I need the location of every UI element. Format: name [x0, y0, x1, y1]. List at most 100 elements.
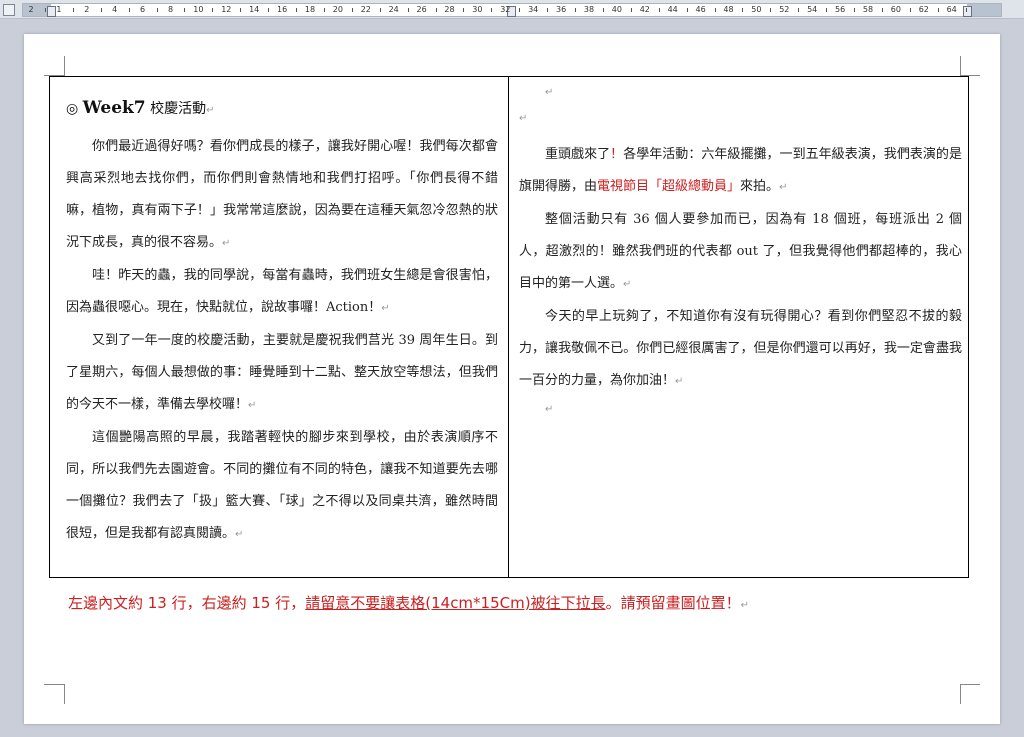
ruler-label: 52 [779, 5, 790, 14]
ruler-tick [435, 8, 437, 12]
ruler-label: 32 [500, 5, 511, 14]
ruler-tick [44, 8, 46, 12]
paragraph-mark-icon: ↵ [740, 600, 749, 611]
ruler-label: 38 [583, 5, 595, 14]
ruler-label: 10 [193, 5, 204, 14]
left-cell[interactable]: ◎ Week7 校慶活動↵ 你們最近過得好嗎？看你們成長的樣子，讓我好開心喔！我… [50, 77, 509, 577]
paragraph-mark-icon: ↵ [675, 376, 684, 387]
ruler-tick [798, 8, 800, 12]
paragraph-text: 重頭戲來了 [545, 147, 611, 162]
ruler-label: 1 [56, 5, 62, 14]
paragraph-mark-icon: ↵ [235, 529, 244, 540]
note-text-underlined: 請留意不要讓表格(14cm*15Cm)被往下拉長 [305, 594, 606, 612]
ruler-tick [937, 8, 939, 12]
paragraph[interactable]: 整個活動只有 36 個人要參加而已，因為有 18 個班，每班派出 2 個人，超激… [519, 204, 962, 301]
ruler-label: 16 [277, 5, 288, 14]
ruler-track[interactable]: 2 1 2 4 6 8 10 12 14 16 18 20 22 24 26 28 30 32 34 36 38 40 42… [22, 3, 1002, 17]
ruler-label: 18 [304, 5, 316, 14]
crop-mark [960, 56, 961, 76]
ruler-tick [854, 8, 856, 12]
paragraph-text-red: ！ [610, 147, 624, 162]
paragraph[interactable]: 這個艷陽高照的早晨，我踏著輕快的腳步來到學校，由於表演順序不同，所以我們先去園遊… [66, 422, 498, 551]
paragraph-mark-icon: ↵ [248, 400, 257, 411]
note-text: 。請預留畫圖位置！ [605, 594, 741, 612]
ruler-tick [100, 8, 102, 12]
ruler-tick [658, 8, 660, 12]
ruler-tick [268, 8, 270, 12]
ruler-label: 58 [862, 5, 874, 14]
paragraph[interactable]: 今天的早上玩夠了，不知道你有沒有玩得開心？看到你們堅忍不拔的毅力，讓我敬佩不已。… [519, 301, 962, 398]
paragraph-text: ，超激烈的！雖然我們班的代表都 out 了，但我覺得他們都超棒的，我心目中的第一… [519, 244, 962, 291]
ruler-label: 56 [835, 5, 846, 14]
heading-symbol: ◎ [66, 101, 79, 117]
ruler-label: 46 [695, 5, 706, 14]
ruler-label: 2 [28, 5, 34, 14]
right-cell[interactable]: ↵ ↵ 重頭戲來了！各學年活動：六年級擺攤，一到五年級表演，我們表演的是旗開得勝… [509, 77, 968, 577]
crop-mark [960, 684, 961, 704]
ruler-tick [491, 8, 493, 12]
ruler-label: 2 [84, 5, 90, 14]
ruler-tick [630, 8, 632, 12]
paragraph-mark-icon: ↵ [623, 279, 632, 290]
ruler-tick [686, 8, 688, 12]
paragraph-text: 這個艷陽高照的早晨，我踏著輕快的腳步來到學校，由於表演順序不同，所以我們先去園遊… [66, 430, 498, 541]
ruler-label: 6 [140, 5, 146, 14]
content-table[interactable]: ◎ Week7 校慶活動↵ 你們最近過得好嗎？看你們成長的樣子，讓我好開心喔！我… [49, 76, 969, 578]
tab-selector-icon[interactable] [3, 4, 15, 16]
ruler-tick [742, 8, 744, 12]
ruler-tick [296, 8, 298, 12]
ruler-label: 26 [416, 5, 427, 14]
ruler-tick [965, 8, 967, 12]
ruler-label: 20 [332, 5, 343, 14]
paragraph-text: 各學年活動 [623, 147, 689, 162]
ruler-label: 12 [221, 5, 232, 14]
ruler-tick [602, 8, 604, 12]
paragraph-mark-icon: ↵ [779, 182, 788, 193]
paragraph[interactable]: 哇！昨天的蟲，我的同學說，每當有蟲時，我們班女生總是會很害怕，因為蟲很噁心。現在… [66, 260, 498, 325]
ruler-tick [351, 8, 353, 12]
horizontal-ruler[interactable]: 2 1 2 4 6 8 10 12 14 16 18 20 22 24 26 28 30 32 34 36 38 40 42… [0, 0, 1024, 19]
ruler-label: 34 [528, 5, 539, 14]
ruler-tick [463, 8, 465, 12]
right-indent-marker[interactable] [963, 6, 972, 17]
ruler-tick [407, 8, 409, 12]
paragraph-text: 哇！昨天的蟲，我的同學說，每當有蟲時，我們班女生總是會很害怕，因為蟲很噁心。現在… [66, 268, 498, 315]
ruler-tick [826, 8, 828, 12]
paragraph-mark-icon: ↵ [545, 404, 554, 415]
ruler-tick [547, 8, 549, 12]
ruler-right-margin [967, 4, 1001, 16]
ruler-label: 54 [807, 5, 818, 14]
paragraph-text: 來拍。 [740, 179, 780, 194]
ruler-label: 60 [890, 5, 901, 14]
ruler-label: 64 [946, 5, 957, 14]
paragraph-mark-icon: ↵ [206, 105, 215, 116]
ruler-label: 4 [112, 5, 118, 14]
ruler-label: 50 [751, 5, 762, 14]
paragraph[interactable]: 又到了一年一度的校慶活動，主要就是慶祝我們莒光 39 周年生日。到了星期六，每個… [66, 325, 498, 422]
ruler-label: 62 [918, 5, 929, 14]
ruler-tick [575, 8, 577, 12]
ruler-tick [379, 8, 381, 12]
ruler-label: 24 [388, 5, 399, 14]
paragraph-text: 又到了一年一度的校慶活動，主要就是慶祝我們莒光 39 周年生日。到了星期六，每個… [66, 333, 498, 412]
ruler-label: 42 [639, 5, 650, 14]
crop-mark [64, 56, 65, 77]
ruler-tick [128, 8, 130, 12]
paragraph-mark-icon: ↵ [381, 303, 390, 314]
note-text: 左邊內文約 13 行，右邊約 15 行， [68, 594, 306, 612]
heading-week: Week7 [82, 98, 146, 118]
document-page[interactable]: ◎ Week7 校慶活動↵ 你們最近過得好嗎？看你們成長的樣子，讓我好開心喔！我… [24, 34, 1000, 724]
ruler-label: 28 [444, 5, 455, 14]
ruler-tick [184, 8, 186, 12]
paragraph-mark-icon: ↵ [545, 87, 554, 98]
ruler-label: 40 [611, 5, 622, 14]
ruler-label: 36 [556, 5, 567, 14]
paragraph[interactable]: 重頭戲來了！各學年活動：六年級擺攤，一到五年級表演，我們表演的是旗開得勝，由電視… [519, 139, 962, 204]
paragraph[interactable]: 你們最近過得好嗎？看你們成長的樣子，讓我好開心喔！我們每次都會興高采烈地去找你們… [66, 131, 498, 260]
ruler-tick [519, 8, 521, 12]
indent-marker[interactable] [47, 6, 56, 17]
instruction-note[interactable]: 左邊內文約 13 行，右邊約 15 行，請留意不要讓表格(14cm*15Cm)被… [68, 592, 749, 613]
paragraph-mark-icon: ↵ [519, 113, 528, 124]
ruler-tick [240, 8, 242, 12]
ruler-tick [212, 8, 214, 12]
